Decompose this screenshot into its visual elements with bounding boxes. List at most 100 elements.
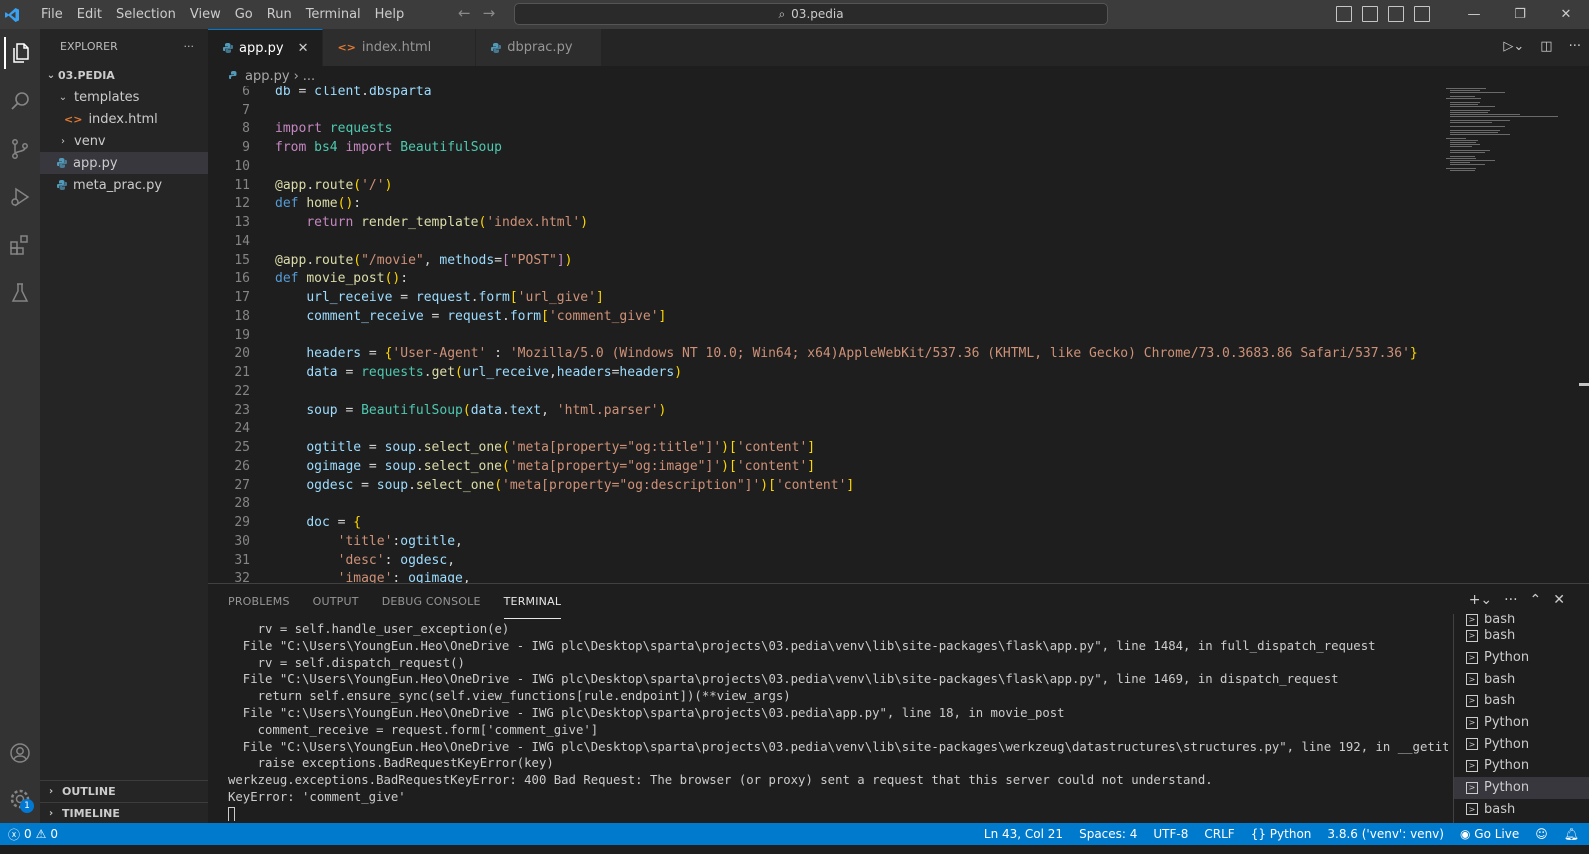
tab-app-py[interactable]: app.py ✕ [208, 29, 324, 66]
breadcrumb-file[interactable]: app.py [245, 69, 290, 84]
code-line[interactable]: 22 [208, 382, 1418, 401]
source-control-icon[interactable] [4, 133, 36, 165]
code-line[interactable]: 16 def movie_post(): [208, 270, 1418, 289]
search-view-icon[interactable] [4, 85, 36, 117]
code-line[interactable]: 31 'desc': ogdesc, [208, 551, 1418, 570]
more-actions-icon[interactable]: ··· [1504, 592, 1517, 608]
outline-section[interactable]: › OUTLINE [40, 780, 208, 802]
terminal-instance[interactable]: > bash [1454, 625, 1589, 647]
close-panel-icon[interactable]: ✕ [1553, 592, 1565, 608]
code-line[interactable]: 8 import requests [208, 120, 1418, 139]
code-line[interactable]: 27 ogdesc = soup.select_one('meta[proper… [208, 476, 1418, 495]
terminal-instance[interactable]: > Python [1454, 647, 1589, 669]
accounts-icon[interactable] [4, 737, 36, 769]
code-line[interactable]: 14 [208, 232, 1418, 251]
run-debug-icon[interactable] [4, 181, 36, 213]
forward-arrow-icon[interactable]: → [483, 4, 496, 22]
code-line[interactable]: 23 soup = BeautifulSoup(data.text, 'html… [208, 401, 1418, 420]
code-line[interactable]: 12 def home(): [208, 195, 1418, 214]
testing-icon[interactable] [4, 277, 36, 309]
language-mode[interactable]: {} Python [1251, 827, 1312, 841]
code-line[interactable]: 13 return render_template('index.html') [208, 213, 1418, 232]
menu-run[interactable]: Run [260, 0, 299, 29]
terminal-instance[interactable]: > bash [1454, 799, 1589, 821]
menu-terminal[interactable]: Terminal [299, 0, 368, 29]
terminal-instance[interactable]: > Python [1454, 755, 1589, 777]
code-line[interactable]: 18 comment_receive = request.form['comme… [208, 307, 1418, 326]
code-line[interactable]: 26 ogimage = soup.select_one('meta[prope… [208, 457, 1418, 476]
menu-view[interactable]: View [183, 0, 228, 29]
cursor-position[interactable]: Ln 43, Col 21 [984, 827, 1063, 841]
menu-selection[interactable]: Selection [109, 0, 183, 29]
go-live-button[interactable]: ◉ Go Live [1460, 827, 1519, 841]
tab-index-html[interactable]: <> index.html [323, 29, 477, 66]
terminal-output[interactable]: rv = self.handle_user_exception(e) File … [228, 621, 1448, 821]
tab-debug-console[interactable]: DEBUG CONSOLE [382, 584, 481, 619]
menu-file[interactable]: File [34, 0, 70, 29]
python-interpreter[interactable]: 3.8.6 ('venv': venv) [1327, 827, 1444, 841]
encoding[interactable]: UTF-8 [1153, 827, 1188, 841]
tree-item-venv[interactable]: › venv [40, 130, 208, 152]
toggle-sidebar-icon[interactable] [1336, 6, 1352, 22]
manage-gear-icon[interactable]: 1 [4, 783, 36, 815]
code-line[interactable]: 32 'image': ogimage, [208, 570, 1418, 583]
menu-go[interactable]: Go [228, 0, 260, 29]
notifications-bell-icon[interactable]: 🔔︎ [1564, 827, 1579, 841]
tree-item-templates[interactable]: ⌄ templates [40, 86, 208, 108]
terminal-instance[interactable]: > bash [1454, 690, 1589, 712]
minimap[interactable] [1440, 86, 1560, 583]
explorer-icon[interactable] [4, 37, 36, 69]
menu-edit[interactable]: Edit [70, 0, 109, 29]
customize-layout-icon[interactable] [1414, 6, 1430, 22]
end-of-line[interactable]: CRLF [1204, 827, 1234, 841]
terminal-instance[interactable]: > bash [1454, 614, 1589, 627]
feedback-icon[interactable]: ☺ [1535, 827, 1548, 841]
close-window-icon[interactable]: ✕ [1543, 0, 1589, 29]
minimize-icon[interactable]: — [1451, 0, 1497, 29]
code-line[interactable]: 17 url_receive = request.form['url_give'… [208, 288, 1418, 307]
code-line[interactable]: 30 'title':ogtitle, [208, 532, 1418, 551]
timeline-section[interactable]: › TIMELINE [40, 802, 208, 824]
terminal-instance[interactable]: > Python [1454, 776, 1589, 799]
more-actions-icon[interactable]: ··· [1569, 39, 1581, 54]
code-line[interactable]: 11 @app.route('/') [208, 176, 1418, 195]
tab-dbprac-py[interactable]: dbprac.py [476, 29, 602, 66]
problems-status[interactable]: ⓧ 0 ⚠ 0 [8, 826, 58, 843]
new-terminal-icon[interactable]: +⌄ [1469, 592, 1492, 608]
tree-item-index-html[interactable]: <> index.html [40, 108, 208, 130]
tab-problems[interactable]: PROBLEMS [228, 584, 290, 619]
tab-output[interactable]: OUTPUT [313, 584, 359, 619]
indentation[interactable]: Spaces: 4 [1079, 827, 1137, 841]
menu-help[interactable]: Help [368, 0, 412, 29]
terminal-instance[interactable]: > bash [1454, 668, 1589, 690]
code-line[interactable]: 21 data = requests.get(url_receive,heade… [208, 363, 1418, 382]
tree-item-app-py[interactable]: app.py [40, 152, 208, 174]
maximize-panel-icon[interactable]: ⌃ [1530, 592, 1542, 608]
editor-scrollbar[interactable] [1558, 86, 1589, 583]
code-line[interactable]: 20 headers = {'User-Agent' : 'Mozilla/5.… [208, 345, 1417, 364]
back-arrow-icon[interactable]: ← [458, 4, 471, 22]
code-line[interactable]: 19 [208, 326, 1418, 345]
split-editor-icon[interactable]: ◫ [1540, 39, 1552, 54]
tab-terminal[interactable]: TERMINAL [503, 584, 562, 619]
extensions-icon[interactable] [4, 229, 36, 261]
breadcrumb-symbol[interactable]: ... [303, 69, 315, 84]
terminal-instance[interactable]: > Python [1454, 733, 1589, 755]
code-editor[interactable]: 6 db = client.dbsparta 7 8 import requests 9 f… [208, 86, 1440, 583]
folder-root[interactable]: ⌄ 03.PEDIA [40, 64, 208, 86]
code-line[interactable]: 28 [208, 495, 1418, 514]
code-line[interactable]: 10 [208, 157, 1418, 176]
toggle-secondary-sidebar-icon[interactable] [1388, 6, 1404, 22]
code-line[interactable]: 24 [208, 420, 1418, 439]
code-line[interactable]: 9 from bs4 import BeautifulSoup [208, 138, 1418, 157]
restore-icon[interactable]: ❐ [1497, 0, 1543, 29]
more-actions-icon[interactable]: ··· [184, 40, 195, 53]
command-center-search[interactable]: ⌕ 03.pedia [514, 3, 1108, 25]
code-line[interactable]: 25 ogtitle = soup.select_one('meta[prope… [208, 438, 1418, 457]
terminal-instance[interactable]: > Python [1454, 712, 1589, 734]
code-line[interactable]: 7 [208, 101, 1418, 120]
toggle-panel-icon[interactable] [1362, 6, 1378, 22]
code-line[interactable]: 29 doc = { [208, 513, 1418, 532]
close-tab-icon[interactable]: ✕ [298, 41, 309, 56]
code-line[interactable]: 6 db = client.dbsparta [208, 86, 1418, 101]
